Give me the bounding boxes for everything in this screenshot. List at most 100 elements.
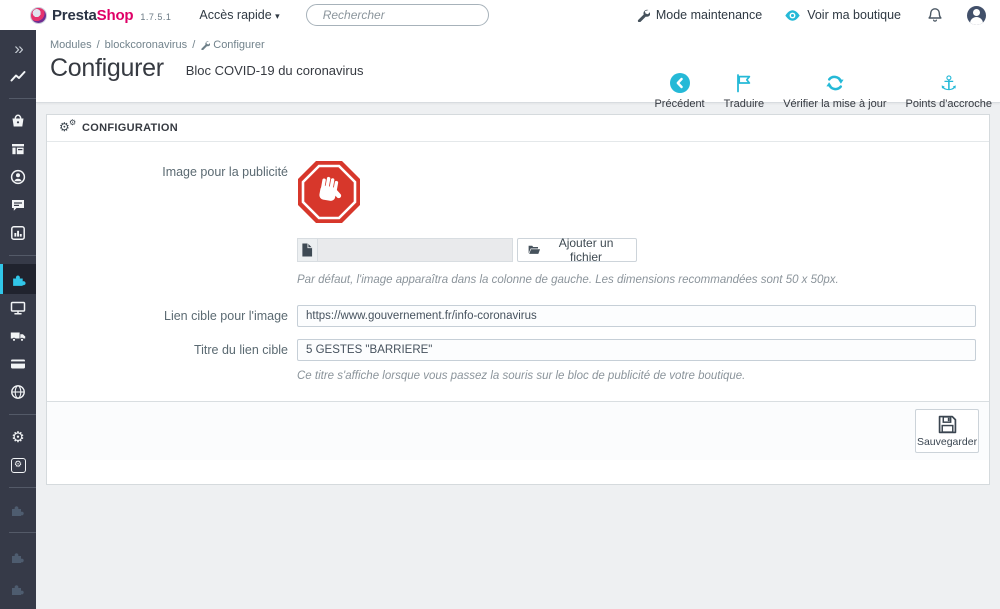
image-row: Image pour la publicité Ajouter un fichi… [47, 160, 989, 286]
folder-open-icon [528, 245, 540, 254]
top-bar: PrestaShop 1.7.5.1 Accès rapide ▾ Mode m… [0, 0, 1000, 30]
sidebar-collapse-toggle[interactable]: » [0, 34, 36, 62]
sidebar-divider [9, 255, 36, 256]
prestashop-logo[interactable]: PrestaShop 1.7.5.1 [0, 6, 172, 24]
sidebar-item-customers[interactable] [0, 163, 36, 191]
add-file-button[interactable]: Ajouter un fichier [516, 236, 637, 264]
eye-icon [785, 9, 800, 21]
flag-icon [737, 74, 751, 93]
dashboard-chart-icon [10, 71, 26, 82]
panel-header: ⚙ ⚙ CONFIGURATION [47, 115, 989, 142]
stop-sign-hand-image [298, 161, 360, 223]
modules-puzzle-icon [13, 275, 26, 286]
cogs-icon: ⚙ ⚙ [59, 118, 77, 134]
sidebar-item-dashboard[interactable] [0, 62, 36, 90]
shipping-truck-icon [10, 332, 26, 342]
orders-bag-icon [12, 114, 24, 127]
sidebar-item-modules-active[interactable] [0, 264, 36, 294]
quick-access-dropdown[interactable]: Accès rapide ▾ [199, 8, 279, 22]
sidebar-item-module-extra-1[interactable] [0, 496, 36, 524]
double-chevron-icon: » [14, 38, 24, 58]
panel-title: CONFIGURATION [82, 122, 178, 134]
title-field-label: Titre du lien cible [193, 343, 288, 357]
translate-button[interactable]: Traduire [724, 72, 764, 110]
sidebar-item-payment[interactable] [0, 350, 36, 378]
sidebar-item-stats[interactable] [0, 219, 36, 247]
previous-button[interactable]: Précédent [654, 72, 705, 110]
sidebar-item-customer-service[interactable] [0, 191, 36, 219]
main-menu-sidebar: » ⚙ ⚙ [0, 30, 36, 609]
chevron-down-icon: ▾ [275, 11, 280, 21]
page-toolbar: Précédent Traduire Vérifier la mise à jo… [635, 72, 992, 110]
version-label: 1.7.5.1 [140, 11, 172, 22]
maintenance-mode-button[interactable]: Mode maintenance [636, 8, 762, 22]
breadcrumb-blockcoronavirus[interactable]: blockcoronavirus [105, 39, 188, 51]
configuration-panel: ⚙ ⚙ CONFIGURATION Image pour la publicité [46, 114, 990, 485]
sidebar-divider [9, 532, 36, 533]
floppy-disk-icon [938, 415, 956, 434]
sidebar-item-shop-parameters[interactable]: ⚙ [0, 423, 36, 451]
main-content: ⚙ ⚙ CONFIGURATION Image pour la publicité [36, 104, 1000, 609]
link-row: Lien cible pour l'image [47, 305, 989, 327]
wrench-icon [637, 9, 650, 22]
sidebar-divider [9, 487, 36, 488]
notifications-bell-icon[interactable] [927, 7, 943, 24]
view-shop-label: Voir ma boutique [807, 8, 901, 22]
sidebar-item-shipping[interactable] [0, 322, 36, 350]
file-name-zone [317, 238, 513, 262]
module-puzzle-dim-icon [12, 506, 24, 516]
panel-footer: Sauvegarder [47, 401, 989, 460]
sidebar-divider [9, 414, 36, 415]
avatar-person-icon [973, 8, 980, 16]
link-field-label: Lien cible pour l'image [164, 309, 288, 323]
global-search[interactable] [305, 4, 489, 26]
user-profile-avatar[interactable] [967, 5, 986, 25]
sidebar-item-design[interactable] [0, 294, 36, 322]
search-input[interactable] [322, 8, 480, 22]
customers-icon [10, 169, 26, 185]
topbar-right: Mode maintenance Voir ma boutique [614, 5, 1000, 25]
hook-points-button[interactable]: ⚓ Points d'accroche [906, 72, 992, 110]
sidebar-divider [9, 98, 36, 99]
international-globe-icon [11, 385, 25, 399]
module-puzzle-dim-icon [12, 585, 24, 595]
sidebar-item-module-extra-3[interactable] [0, 575, 36, 603]
page-header: Modules / blockcoronavirus / Configurer … [36, 30, 1000, 110]
page-subtitle: Bloc COVID-19 du coronavirus [185, 63, 364, 78]
file-prepend-box [297, 238, 318, 262]
prestashop-logo-icon [30, 6, 47, 24]
wrench-icon [201, 41, 211, 50]
file-upload-group: Ajouter un fichier [297, 236, 637, 264]
title-row-field: Titre du lien cible Ce titre s'affiche l… [47, 339, 989, 382]
customer-service-chat-icon [12, 200, 24, 211]
breadcrumb: Modules / blockcoronavirus / Configurer [50, 39, 265, 51]
link-title-input[interactable] [297, 339, 976, 361]
save-button[interactable]: Sauvegarder [915, 409, 979, 453]
sidebar-item-catalog[interactable] [0, 135, 36, 163]
check-update-button[interactable]: Vérifier la mise à jour [783, 72, 887, 110]
page-title: Configurer [50, 54, 164, 82]
catalog-store-icon [12, 144, 24, 155]
anchor-icon: ⚓ [939, 71, 958, 95]
file-icon [302, 243, 313, 257]
back-circle-icon [669, 73, 690, 93]
design-monitor-icon [10, 301, 26, 315]
advanced-parameters-gear-icon: ⚙ [10, 457, 26, 473]
shop-parameters-gear-icon: ⚙ [11, 427, 25, 446]
configuration-form: Image pour la publicité Ajouter un fichi… [47, 142, 989, 484]
logo-text: PrestaShop [52, 6, 134, 24]
breadcrumb-modules[interactable]: Modules [50, 39, 92, 51]
link-url-input[interactable] [297, 305, 976, 327]
sync-icon [826, 75, 844, 91]
breadcrumb-current: Configurer [213, 39, 265, 51]
image-field-label: Image pour la publicité [162, 165, 288, 179]
sidebar-item-orders[interactable] [0, 107, 36, 135]
module-puzzle-dim-icon [12, 553, 24, 563]
sidebar-item-advanced-parameters[interactable]: ⚙ [0, 451, 36, 479]
maintenance-mode-label: Mode maintenance [655, 8, 763, 22]
title-help-text: Ce titre s'affiche lorsque vous passez l… [297, 370, 746, 382]
stats-icon [11, 226, 25, 240]
sidebar-item-international[interactable] [0, 378, 36, 406]
view-shop-button[interactable]: Voir ma boutique [784, 8, 901, 22]
sidebar-item-module-extra-2[interactable] [0, 543, 36, 571]
